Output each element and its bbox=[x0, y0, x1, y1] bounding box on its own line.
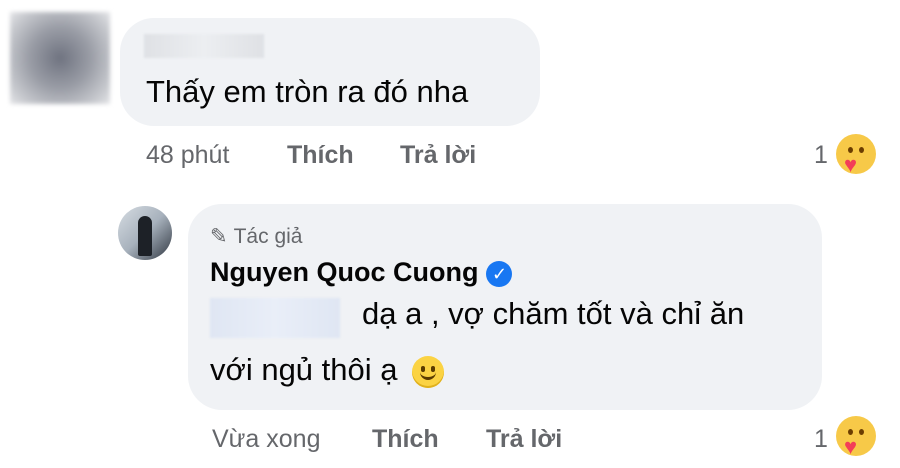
commenter-name-blurred[interactable] bbox=[144, 34, 264, 58]
comment-2-reaction-count[interactable]: 1 bbox=[814, 425, 828, 454]
comment-2-text-line2-wrap: với ngủ thôi ạ bbox=[210, 352, 445, 388]
care-reaction-icon[interactable]: ♥ bbox=[836, 416, 876, 458]
verified-badge-icon: ✓ bbox=[486, 260, 513, 287]
comment-1-reaction-count[interactable]: 1 bbox=[814, 141, 828, 170]
author-name-row[interactable]: Nguyen Quoc Cuong ✓ bbox=[210, 257, 513, 288]
comment-1-timestamp[interactable]: 48 phút bbox=[146, 141, 229, 170]
commenter-avatar-blurred[interactable] bbox=[10, 12, 110, 104]
comment-2-reply-button[interactable]: Trả lời bbox=[486, 425, 562, 454]
author-badge: ✎ Tác giả bbox=[210, 224, 302, 249]
pen-icon: ✎ bbox=[210, 225, 228, 248]
comment-2-text-line2: với ngủ thôi ạ bbox=[210, 352, 398, 387]
author-name[interactable]: Nguyen Quoc Cuong bbox=[210, 257, 478, 287]
comment-1-text: Thấy em tròn ra đó nha bbox=[146, 74, 469, 109]
comment-2-like-button[interactable]: Thích bbox=[372, 425, 439, 454]
author-badge-label: Tác giả bbox=[233, 225, 303, 248]
author-avatar[interactable] bbox=[118, 206, 172, 260]
comment-2-timestamp[interactable]: Vừa xong bbox=[212, 425, 320, 454]
comment-1-like-button[interactable]: Thích bbox=[287, 141, 354, 170]
mention-tag-blurred[interactable] bbox=[210, 298, 340, 338]
slightly-smiling-emoji-icon bbox=[412, 355, 445, 388]
care-reaction-icon[interactable]: ♥ bbox=[836, 134, 876, 176]
comment-2-text-line1: dạ a , vợ chăm tốt và chỉ ăn bbox=[362, 296, 745, 331]
comment-1-reply-button[interactable]: Trả lời bbox=[400, 141, 476, 170]
